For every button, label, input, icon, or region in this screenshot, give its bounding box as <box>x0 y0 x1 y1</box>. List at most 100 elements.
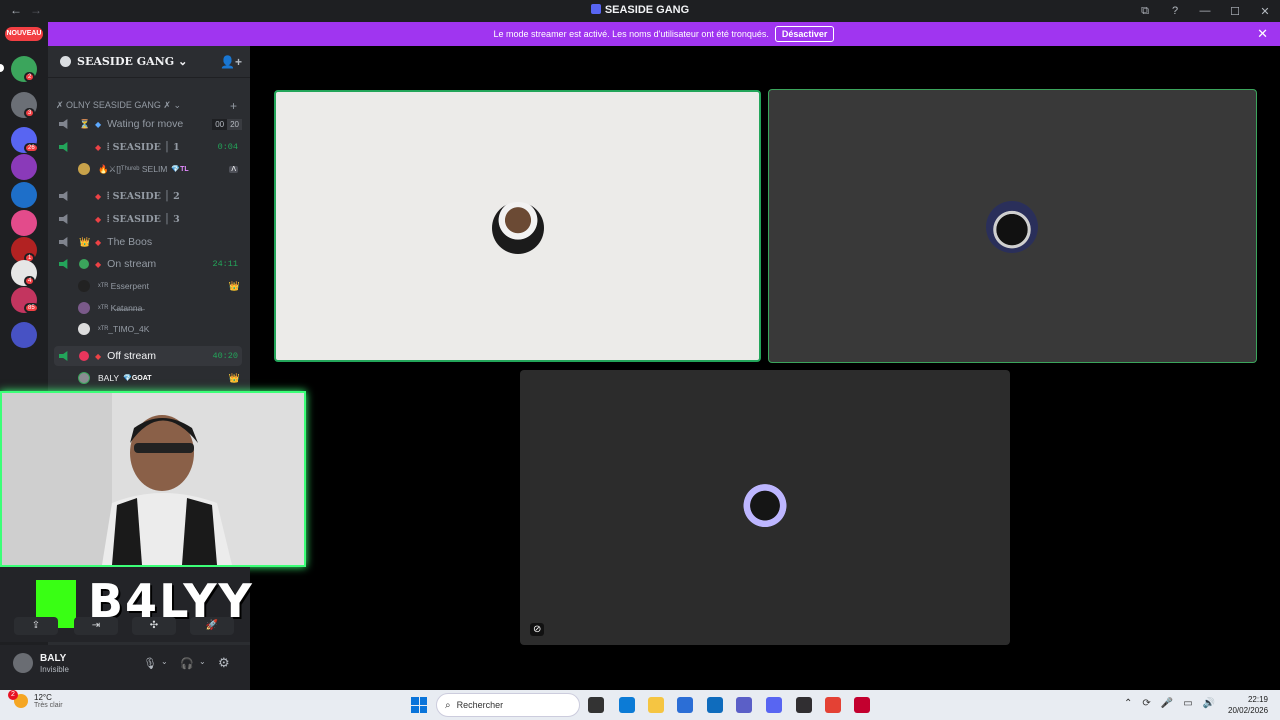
role-tag: 💎TL <box>171 166 189 173</box>
chevron-down-icon: ⌄ <box>178 55 188 68</box>
new-badge[interactable]: NOUVEAU <box>5 27 43 41</box>
voice-member[interactable]: BALY 💎GOAT 👑 <box>78 368 244 388</box>
clock[interactable]: 22:19 20/02/2026 <box>1228 694 1268 716</box>
chevron-down-icon[interactable]: ⌄ <box>161 657 168 666</box>
search-placeholder: Rechercher <box>456 700 504 710</box>
voice-member[interactable]: ˣᵀᴿ_TIMO_4K <box>78 319 244 339</box>
microphone-icon[interactable]: 🎙 <box>143 657 157 670</box>
mention-badge: 26 <box>24 143 39 153</box>
chevron-down-icon[interactable]: ⌄ <box>199 657 206 666</box>
red-circle-icon <box>79 351 89 361</box>
avatar <box>78 280 90 292</box>
chrome-icon[interactable] <box>825 697 841 713</box>
avatar <box>78 302 90 314</box>
display-icon[interactable]: ▭ <box>1183 698 1192 709</box>
green-circle-icon <box>79 259 89 269</box>
discord-icon[interactable] <box>766 697 782 713</box>
speaker-icon <box>59 237 68 247</box>
show-hidden-icons[interactable]: ⌃ <box>1124 698 1132 709</box>
temperature: 12°C <box>34 693 52 702</box>
member-name: ˣᵀᴿ Esserpent <box>98 281 149 291</box>
edge-icon[interactable] <box>619 697 635 713</box>
user-panel <box>0 645 250 690</box>
webcam-overlay <box>0 391 306 567</box>
member-name: BALY <box>98 373 120 383</box>
close-button[interactable]: ✕ <box>1250 5 1280 18</box>
diamond-icon: ◆ <box>95 142 102 152</box>
channel-name: On stream <box>107 258 157 270</box>
headset-icon[interactable]: 🎧 <box>180 657 194 670</box>
voice-channel-waiting[interactable]: ⏳ ◆ Wating for move 00 20 <box>54 114 242 134</box>
obs-icon[interactable] <box>796 697 812 713</box>
notification-badge: 2 <box>8 690 18 700</box>
voice-channel-the-boos[interactable]: 👑 ◆ The Boos <box>54 232 242 252</box>
voice-channel-seaside-1[interactable]: ◆ ⦙ SEASIDE │ 1 0:04 <box>54 137 242 157</box>
diamond-icon: ◆ <box>95 214 102 224</box>
volume-icon[interactable]: 🔊 <box>1203 698 1215 709</box>
category-header[interactable]: ✗ OLNY SEASIDE GANG ✗ ⌄ + <box>56 99 237 113</box>
soundboard-button[interactable]: ✣ <box>132 617 176 635</box>
activity-button[interactable]: ⇥ <box>74 617 118 635</box>
participant-tile[interactable] <box>274 90 761 362</box>
server-icon[interactable] <box>11 154 37 180</box>
diamond-icon: ◆ <box>95 351 102 361</box>
help-icon[interactable]: ? <box>1160 5 1190 17</box>
server-icon[interactable] <box>11 322 37 348</box>
banner-text: Le mode streamer est activé. Les noms d'… <box>493 29 769 39</box>
sync-icon[interactable]: ⟳ <box>1142 698 1150 709</box>
category-name: ✗ OLNY SEASIDE GANG ✗ <box>56 100 171 110</box>
participant-tile[interactable] <box>520 370 1010 645</box>
channel-timer: 24:11 <box>212 259 238 269</box>
taskbar-search[interactable]: ⌕ Rechercher <box>436 693 580 717</box>
diamond-icon: ◆ <box>95 191 102 201</box>
invite-icon[interactable]: 👤+ <box>220 55 242 69</box>
store-icon[interactable] <box>677 697 693 713</box>
mention-badge: 2 <box>24 72 36 82</box>
search-icon: ⌕ <box>445 699 451 711</box>
disable-streamer-button[interactable]: Désactiver <box>774 26 835 42</box>
voice-channel-on-stream[interactable]: ◆ On stream 24:11 <box>54 254 242 274</box>
voice-member[interactable]: 🔥⚔[]ᵀʰᵘʳᵉᵇ SELIM 💎TL Λ <box>78 159 244 179</box>
voice-member[interactable]: ˣᵀᴿ Esserpent 👑 <box>78 276 244 296</box>
settings-gear-icon[interactable]: ⚙ <box>218 655 230 671</box>
streamer-webcam-image <box>2 393 304 565</box>
weather-widget[interactable]: 12°C Très clair <box>14 693 63 709</box>
maximize-button[interactable]: ☐ <box>1220 5 1250 18</box>
user-max: 20 <box>227 118 242 130</box>
voice-channel-seaside-2[interactable]: ◆ ⦙ SEASIDE │ 2 <box>54 186 242 206</box>
server-icon[interactable] <box>11 210 37 236</box>
voice-channel-off-stream[interactable]: ◆ Off stream 40:20 <box>54 346 242 366</box>
minimize-button[interactable]: — <box>1190 5 1220 17</box>
participant-tile[interactable] <box>768 89 1257 363</box>
app-icon[interactable] <box>854 697 870 713</box>
boost-button[interactable]: 🚀 <box>190 617 234 635</box>
teams-icon[interactable] <box>736 697 752 713</box>
files-icon[interactable] <box>648 697 664 713</box>
chevron-down-icon: ⌄ <box>173 100 182 110</box>
voice-channel-seaside-3[interactable]: ◆ ⦙ SEASIDE │ 3 <box>54 209 242 229</box>
channel-name: Off stream <box>107 350 156 362</box>
server-icon[interactable] <box>11 182 37 208</box>
participant-avatar <box>739 477 791 529</box>
outlook-icon[interactable] <box>707 697 723 713</box>
voice-member[interactable]: ˣᵀᴿ K̶a̶t̶a̶n̶n̶a̶ <box>78 298 244 318</box>
window-title: SEASIDE GANG <box>0 4 1280 16</box>
diamond-icon: ◆ <box>95 237 102 247</box>
close-banner-icon[interactable]: ✕ <box>1257 26 1268 42</box>
task-view-icon[interactable] <box>588 697 604 713</box>
add-channel-icon[interactable]: + <box>230 99 237 113</box>
unread-indicator <box>0 64 4 72</box>
server-header[interactable]: SEASIDE GANG ⌄ 👤+ <box>48 46 250 78</box>
avatar <box>78 372 90 384</box>
avatar[interactable] <box>13 653 33 673</box>
weather-condition: Très clair <box>34 702 63 709</box>
screen-share-button[interactable]: ⇪ <box>14 617 58 635</box>
microphone-icon[interactable]: 🎤 <box>1161 698 1173 709</box>
clock-date: 20/02/2026 <box>1228 706 1269 715</box>
channel-name: Wating for move <box>107 118 184 130</box>
speaker-icon <box>59 191 68 201</box>
start-button-windows-icon[interactable] <box>411 697 427 713</box>
server-name: SEASIDE GANG <box>77 55 175 68</box>
clock-time: 22:19 <box>1247 695 1268 704</box>
inbox-icon[interactable]: ⧉ <box>1130 5 1160 18</box>
